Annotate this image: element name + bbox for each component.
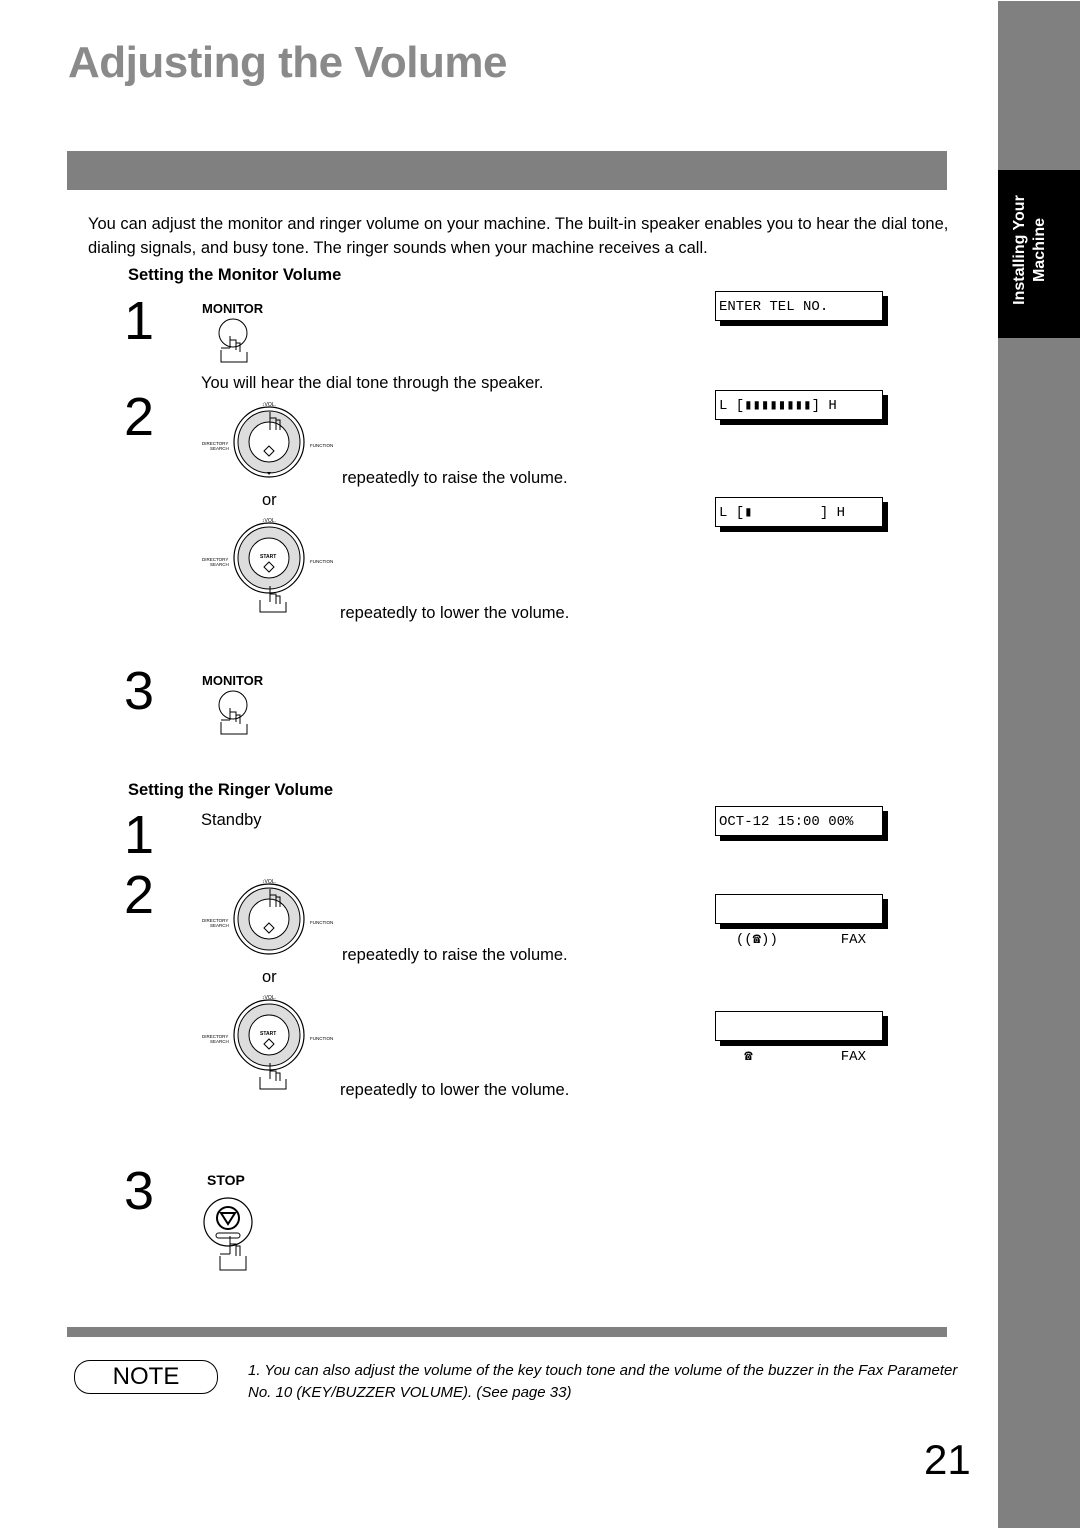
lcd-display-ringer-low: ☎ FAX [715, 1011, 883, 1065]
lower-volume-text: repeatedly to lower the volume. [340, 1081, 570, 1099]
lcd-display-volume-low: L [▮ ] H [715, 497, 883, 527]
lcd-display: ENTER TEL NO. [715, 291, 883, 321]
svg-text:↕VOL.: ↕VOL. [262, 995, 276, 1001]
step-number: 1 [124, 291, 155, 351]
page-title: Adjusting the Volume [68, 38, 507, 87]
raise-volume-text: repeatedly to raise the volume. [342, 946, 568, 964]
stop-button-press-icon [203, 1197, 253, 1271]
monitor-button-label: MONITOR [202, 673, 264, 688]
svg-text:FUNCTION: FUNCTION [310, 1036, 333, 1041]
svg-text:FUNCTION: FUNCTION [310, 559, 333, 564]
header-bar [67, 151, 947, 190]
or-text: or [262, 491, 277, 509]
note-item: 1. You can also adjust the volume of the… [248, 1362, 958, 1401]
note-badge: NOTE [74, 1360, 218, 1394]
svg-text:↕VOL.: ↕VOL. [262, 402, 276, 408]
step-number: 2 [124, 865, 155, 925]
svg-text:SEARCH: SEARCH [210, 446, 229, 451]
svg-text:FUNCTION: FUNCTION [310, 920, 333, 925]
ringer-icon: ((☎)) [735, 932, 778, 948]
ringer-section-heading: Setting the Ringer Volume [128, 781, 334, 799]
step-text: You will hear the dial tone through the … [201, 374, 544, 392]
fax-mode-label: FAX [840, 1049, 866, 1065]
svg-text:SEARCH: SEARCH [210, 562, 229, 567]
step-number: 3 [124, 661, 155, 721]
svg-text:FUNCTION: FUNCTION [310, 443, 333, 448]
intro-paragraph: You can adjust the monitor and ringer vo… [88, 215, 949, 257]
svg-text:START: START [260, 554, 276, 560]
page-number: 21 [924, 1436, 971, 1483]
monitor-button-press-icon [218, 690, 248, 735]
svg-text:↕VOL.: ↕VOL. [262, 518, 276, 524]
monitor-button-press-icon [218, 318, 248, 363]
svg-text:SEARCH: SEARCH [210, 923, 229, 928]
lcd-display-volume-high: L [▮▮▮▮▮▮▮▮] H [715, 390, 883, 420]
fax-mode-label: FAX [840, 932, 866, 948]
raise-volume-text: repeatedly to raise the volume. [342, 469, 568, 487]
svg-text:SEARCH: SEARCH [210, 1039, 229, 1044]
dial-start-icon: START ↕VOL. DIRECTORY SEARCH FUNCTION [202, 995, 333, 1090]
step-number: 1 [124, 805, 155, 865]
monitor-button-label: MONITOR [202, 301, 264, 316]
monitor-section-heading: Setting the Monitor Volume [128, 266, 342, 284]
step-number: 3 [124, 1161, 155, 1221]
step-number: 2 [124, 387, 155, 447]
vol-up-dial-key[interactable]: ↕VOL. DIRECTORY SEARCH FUNCTION [200, 877, 340, 957]
dial-icon: ↕VOL. DIRECTORY SEARCH FUNCTION [202, 879, 333, 955]
lower-volume-text: repeatedly to lower the volume. [340, 604, 570, 622]
section-tab-label: Installing Your Machine [1011, 195, 1048, 305]
or-text: or [262, 968, 277, 986]
stop-button-label: STOP [207, 1172, 245, 1188]
vol-down-dial-key[interactable]: START ↕VOL. DIRECTORY SEARCH FUNCTION [200, 516, 340, 616]
dial-icon: ↕VOL. DIRECTORY SEARCH FUNCTION [202, 402, 333, 478]
dial-start-icon: START ↕VOL. DIRECTORY SEARCH FUNCTION [202, 518, 333, 613]
ringer-icon: ☎ [735, 1049, 753, 1065]
vol-down-dial-key[interactable]: START ↕VOL. DIRECTORY SEARCH FUNCTION [200, 993, 340, 1093]
lcd-display: OCT-12 15:00 00% [715, 806, 883, 836]
lcd-display-ringer-high: ((☎)) FAX [715, 894, 883, 948]
svg-text:START: START [260, 1031, 276, 1037]
svg-text:↕VOL.: ↕VOL. [262, 879, 276, 885]
step-text: Standby [201, 811, 262, 829]
vol-up-dial-key[interactable]: ↕VOL. DIRECTORY SEARCH FUNCTION [200, 400, 340, 480]
footer-bar [67, 1327, 947, 1337]
